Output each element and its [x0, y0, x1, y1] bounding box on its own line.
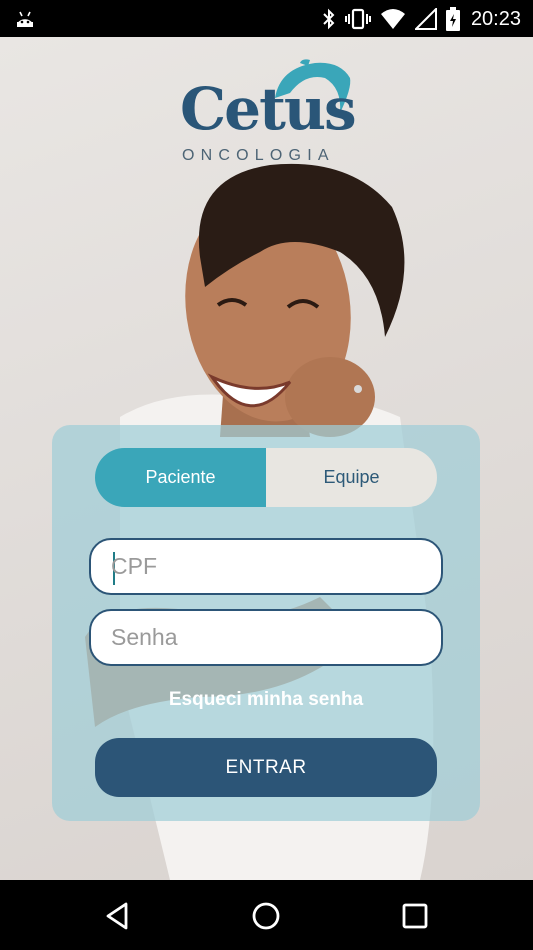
bluetooth-icon [323, 8, 335, 30]
password-input[interactable] [111, 611, 421, 664]
forgot-password-link[interactable]: Esqueci minha senha [52, 689, 480, 711]
signal-icon [414, 8, 437, 30]
cpf-input[interactable] [111, 540, 421, 593]
vibrate-icon [344, 8, 371, 30]
status-bar: 20:23 [0, 0, 533, 37]
home-icon[interactable] [250, 900, 282, 932]
enter-button[interactable]: ENTRAR [95, 738, 437, 797]
tab-equipe[interactable]: Equipe [266, 448, 437, 507]
cpf-field-wrapper [89, 538, 443, 595]
navigation-bar [0, 880, 533, 950]
recents-icon[interactable] [399, 900, 431, 932]
tab-paciente[interactable]: Paciente [95, 448, 266, 507]
back-icon[interactable] [102, 900, 134, 932]
battery-icon [445, 7, 460, 31]
status-icons: 20:23 [322, 6, 521, 32]
user-type-toggle: Paciente Equipe [95, 448, 437, 507]
app-screen: 20:23 Cetus ONCOLOGIA Paciente Equipe CP… [0, 0, 533, 950]
wifi-icon [380, 9, 405, 29]
logo-subtitle: ONCOLOGIA [182, 147, 335, 164]
status-clock: 20:23 [470, 7, 521, 30]
android-icon [17, 11, 33, 27]
password-field-wrapper [89, 609, 443, 666]
login-panel: Paciente Equipe Esqueci minha senha ENTR… [52, 425, 480, 821]
logo-wordmark: Cetus [180, 75, 357, 143]
cetus-logo: Cetus ONCOLOGIA [180, 58, 357, 168]
